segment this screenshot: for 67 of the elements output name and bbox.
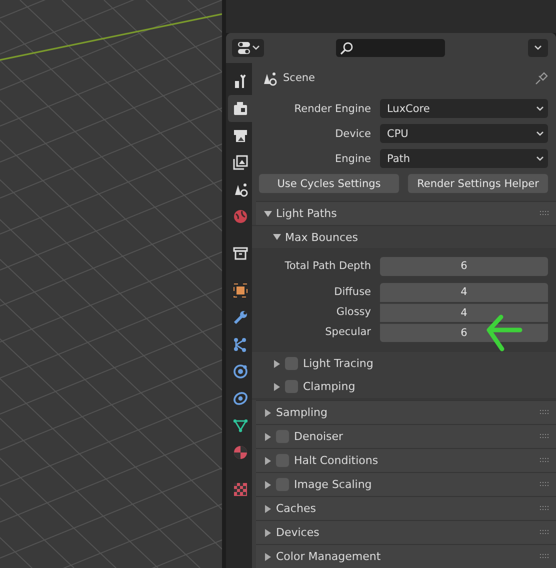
- number-field[interactable]: 4: [380, 302, 548, 322]
- dropdown[interactable]: LuxCore: [380, 99, 548, 118]
- options-dropdown[interactable]: [528, 39, 548, 57]
- panel-title: Clamping: [303, 380, 356, 393]
- ring-icon: [232, 390, 248, 407]
- field-label: Specular: [324, 326, 371, 338]
- number-field[interactable]: 4: [380, 282, 548, 302]
- panel-header[interactable]: Caches: [256, 496, 556, 520]
- panel-title: Color Management: [276, 550, 382, 563]
- caret-icon: [536, 156, 544, 162]
- wrench-icon: [232, 309, 248, 326]
- dropdown[interactable]: Path: [380, 149, 548, 168]
- dropdown[interactable]: CPU: [380, 124, 548, 143]
- nodes-icon: [232, 336, 248, 353]
- panel-title: Light Tracing: [303, 357, 374, 370]
- action-button[interactable]: Render Settings Helper: [408, 174, 548, 193]
- panel-header[interactable]: Max Bounces: [252, 225, 556, 248]
- toggles-icon: [236, 41, 250, 55]
- panel-title: Devices: [276, 526, 320, 539]
- number-field[interactable]: 6: [380, 322, 548, 342]
- orbit-icon: [232, 363, 248, 380]
- field-label: Device: [334, 128, 371, 140]
- globe-icon: [232, 208, 248, 225]
- image-stack-icon: [232, 154, 248, 171]
- sphere-icon: [232, 444, 248, 461]
- panel-title: Sampling: [276, 406, 328, 419]
- search-icon: [340, 42, 353, 54]
- field-label: Render Engine: [293, 102, 371, 114]
- caret-icon: [536, 130, 544, 136]
- editor-type-button[interactable]: [232, 39, 264, 57]
- field-label: Glossy: [335, 306, 371, 318]
- checkbox[interactable]: [285, 357, 298, 370]
- panel-header[interactable]: Light Paths: [256, 201, 556, 225]
- panel-header[interactable]: Sampling: [256, 400, 556, 424]
- field-label: Engine: [334, 152, 371, 164]
- field-label: Diffuse: [333, 286, 371, 298]
- action-button[interactable]: Use Cycles Settings: [259, 174, 399, 193]
- panel-title: Max Bounces: [285, 230, 360, 244]
- panel-header[interactable]: Clamping: [252, 375, 556, 398]
- context-label: Scene: [283, 72, 316, 84]
- panel-header[interactable]: Color Management: [256, 544, 556, 568]
- panel-title: Image Scaling: [294, 478, 373, 491]
- panel-title: Caches: [276, 502, 317, 515]
- printer-icon: [232, 127, 248, 144]
- pin-icon: [534, 70, 548, 84]
- shapes-icon: [261, 70, 277, 86]
- panel-header[interactable]: Image Scaling: [256, 472, 556, 496]
- number-field[interactable]: 6: [380, 256, 548, 276]
- checkbox[interactable]: [285, 380, 298, 393]
- triangle-icon: [232, 417, 248, 434]
- panel-header[interactable]: Halt Conditions: [256, 448, 556, 472]
- caret-icon: [252, 45, 260, 51]
- panel-title: Light Paths: [276, 207, 338, 220]
- caret-icon: [536, 106, 544, 112]
- camera-icon: [232, 100, 248, 117]
- box-icon: [232, 245, 248, 262]
- checkerboard-icon: [232, 481, 248, 498]
- properties-tab[interactable]: [228, 95, 252, 122]
- field-label: Total Path Depth: [284, 260, 371, 272]
- panel-title: Halt Conditions: [294, 454, 380, 467]
- caret-icon: [534, 45, 542, 51]
- panel-header[interactable]: Light Tracing: [252, 352, 556, 375]
- panel-title: Denoiser: [294, 430, 344, 443]
- panel-header[interactable]: Devices: [256, 520, 556, 544]
- panel-header[interactable]: Denoiser: [256, 424, 556, 448]
- search-field[interactable]: [336, 39, 445, 57]
- square-icon: [232, 282, 248, 299]
